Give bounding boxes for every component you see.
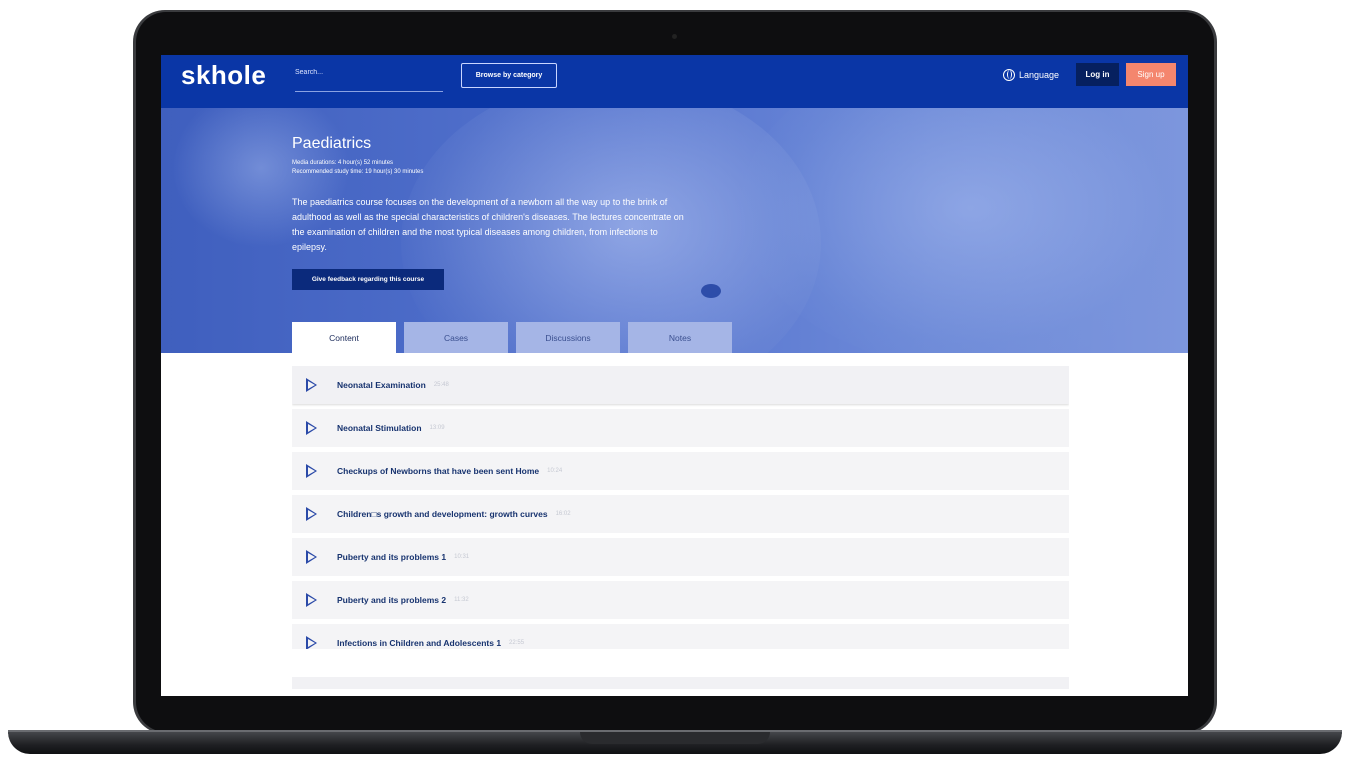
login-button[interactable]: Log in [1076,63,1119,86]
course-hero: Paediatrics Media durations: 4 hour(s) 5… [161,108,1188,353]
course-description: The paediatrics course focuses on the de… [292,197,684,252]
signup-button[interactable]: Sign up [1126,63,1176,86]
lesson-list: Neonatal Examination 25:48 Neonatal Stim… [292,366,1069,649]
lesson-title[interactable]: Puberty and its problems 1 [337,552,446,562]
lesson-row[interactable]: Neonatal Stimulation 13:09 [292,409,1069,447]
language-selector[interactable]: Language [1003,69,1059,81]
play-icon[interactable] [306,378,317,392]
lesson-row-partial [292,677,1069,689]
play-icon[interactable] [306,507,317,521]
lesson-row[interactable]: Puberty and its problems 1 10:31 [292,538,1069,576]
course-title: Paediatrics [292,135,372,152]
lesson-duration: 16:02 [555,511,571,517]
play-icon[interactable] [306,421,317,435]
lesson-title[interactable]: Infections in Children and Adolescents 1 [337,638,501,648]
tab-content[interactable]: Content [292,322,396,353]
top-navbar: skhole Browse by category Language Log i… [161,55,1188,108]
lesson-duration: 22:55 [509,640,525,646]
search-input[interactable] [295,61,443,84]
hero-photo-eye [701,284,721,298]
lesson-row[interactable]: Checkups of Newborns that have been sent… [292,452,1069,490]
tab-notes[interactable]: Notes [628,322,732,353]
lesson-title[interactable]: Puberty and its problems 2 [337,595,446,605]
course-meta: Media durations: 4 hour(s) 52 minutes Re… [292,159,423,177]
laptop-hinge-notch [580,732,770,744]
skhole-logo[interactable]: skhole [181,60,266,91]
give-feedback-button[interactable]: Give feedback regarding this course [292,269,444,290]
play-icon[interactable] [306,550,317,564]
lesson-title[interactable]: Neonatal Stimulation [337,423,422,433]
tab-cases[interactable]: Cases [404,322,508,353]
play-icon[interactable] [306,636,317,649]
hero-photo-background [741,108,1188,353]
language-label: Language [1019,70,1060,80]
lesson-title[interactable]: Children□s growth and development: growt… [337,509,548,519]
study-time: Recommended study time: 19 hour(s) 30 mi… [292,169,424,175]
lesson-row[interactable]: Children□s growth and development: growt… [292,495,1069,533]
lesson-duration: 13:09 [429,425,445,431]
media-duration: Media durations: 4 hour(s) 52 minutes [292,160,394,166]
laptop-screen: skhole Browse by category Language Log i… [161,55,1188,696]
lesson-title[interactable]: Checkups of Newborns that have been sent… [337,466,539,476]
lesson-row[interactable]: Infections in Children and Adolescents 1… [292,624,1069,649]
lesson-duration: 10:31 [454,554,470,560]
lesson-duration: 25:48 [433,382,449,388]
search-box [295,61,443,92]
course-tabs: Content Cases Discussions Notes [292,322,732,353]
lesson-title[interactable]: Neonatal Examination [337,380,426,390]
lesson-row[interactable]: Puberty and its problems 2 11:32 [292,581,1069,619]
globe-icon [1003,69,1015,81]
browse-by-category-button[interactable]: Browse by category [461,63,557,88]
lesson-duration: 11:32 [454,597,469,603]
tab-discussions[interactable]: Discussions [516,322,620,353]
play-icon[interactable] [306,593,317,607]
lesson-duration: 10:24 [547,468,563,474]
play-icon[interactable] [306,464,317,478]
webcam [672,34,677,39]
lesson-row[interactable]: Neonatal Examination 25:48 [292,366,1069,404]
